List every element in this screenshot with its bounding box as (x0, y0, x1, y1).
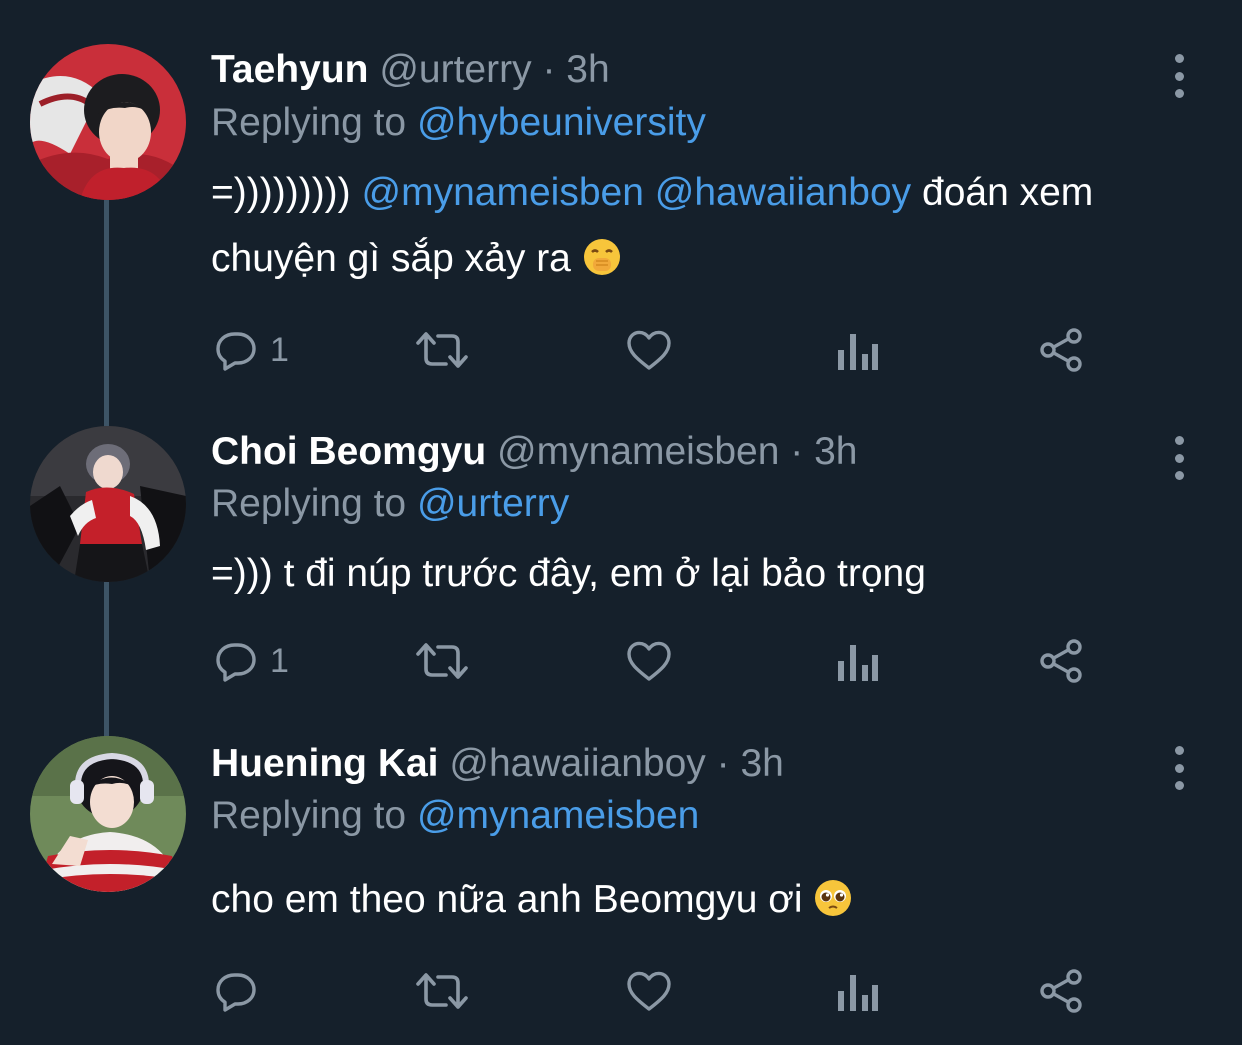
reply-icon (216, 332, 256, 371)
reply-icon (216, 973, 256, 1012)
handle[interactable]: @mynameisben (497, 430, 779, 473)
avatar[interactable] (30, 44, 186, 200)
more-options-icon (1174, 54, 1184, 63)
more-options-button[interactable] (1164, 436, 1194, 480)
timestamp[interactable]: 3h (740, 742, 783, 785)
like-button[interactable] (624, 325, 674, 375)
handle[interactable]: @hawaiianboy (449, 742, 705, 785)
more-options-icon (1174, 746, 1184, 755)
separator: · (790, 430, 804, 473)
retweet-icon (416, 332, 468, 368)
analytics-button[interactable] (834, 325, 878, 375)
more-options-button[interactable] (1164, 54, 1194, 98)
like-icon (627, 971, 671, 1011)
more-options-button[interactable] (1164, 746, 1194, 790)
mention-link[interactable]: @hawaiianboy (655, 171, 911, 214)
face-with-hand-over-mouth-icon (583, 239, 620, 275)
display-name[interactable]: Taehyun (211, 48, 368, 91)
replying-to-label: Replying to (211, 101, 407, 144)
replying-to-mention[interactable]: @mynameisben (417, 794, 699, 837)
analytics-icon (838, 975, 878, 1011)
reply-icon (216, 643, 256, 682)
pleading-face-icon (815, 880, 852, 916)
tweet-text: cho em theo nữa anh Beomgyu ơi (211, 867, 1171, 933)
display-name[interactable]: Huening Kai (211, 742, 439, 785)
reply-button[interactable] (212, 966, 270, 1016)
share-icon (1040, 639, 1082, 683)
share-button[interactable] (1038, 966, 1086, 1016)
analytics-button[interactable] (834, 966, 878, 1016)
share-icon (1040, 328, 1082, 372)
like-icon (627, 330, 671, 370)
mention-link[interactable]: @mynameisben (362, 171, 644, 214)
replying-to-mention[interactable]: @hybeuniversity (417, 101, 706, 144)
reply-count: 1 (270, 641, 289, 680)
avatar[interactable] (30, 736, 186, 892)
replying-to-label: Replying to (211, 482, 407, 525)
like-button[interactable] (624, 636, 674, 686)
share-button[interactable] (1038, 636, 1086, 686)
retweet-button[interactable] (414, 966, 470, 1016)
retweet-button[interactable] (414, 636, 470, 686)
retweet-icon (416, 973, 468, 1009)
timestamp[interactable]: 3h (566, 48, 609, 91)
like-icon (627, 641, 671, 681)
more-options-icon (1174, 436, 1184, 445)
retweet-icon (416, 643, 468, 679)
analytics-button[interactable] (834, 636, 878, 686)
analytics-icon (838, 334, 878, 370)
tweet[interactable]: Choi Beomgyu @mynameisben · 3h Replying … (0, 420, 1242, 730)
analytics-icon (838, 645, 878, 681)
reply-button[interactable]: 1 (212, 636, 289, 686)
display-name[interactable]: Choi Beomgyu (211, 430, 486, 473)
avatar[interactable] (30, 426, 186, 582)
share-button[interactable] (1038, 325, 1086, 375)
separator: · (716, 742, 730, 785)
reply-button[interactable]: 1 (212, 325, 289, 375)
retweet-button[interactable] (414, 325, 470, 375)
separator: · (542, 48, 556, 91)
like-button[interactable] (624, 966, 674, 1016)
share-icon (1040, 969, 1082, 1013)
tweet[interactable]: Taehyun @urterry · 3h Replying to @hybeu… (0, 0, 1242, 420)
tweet-text: =))) t đi núp trước đây, em ở lại bảo tr… (211, 552, 926, 595)
tweet[interactable]: Huening Kai @hawaiianboy · 3h Replying t… (0, 730, 1242, 1045)
timestamp[interactable]: 3h (814, 430, 857, 473)
handle[interactable]: @urterry (379, 48, 531, 91)
reply-count: 1 (270, 330, 289, 369)
replying-to-label: Replying to (211, 794, 407, 837)
tweet-text: =))))))))) @mynameisben @hawaiianboy đoá… (211, 171, 1094, 280)
replying-to-mention[interactable]: @urterry (417, 482, 569, 525)
